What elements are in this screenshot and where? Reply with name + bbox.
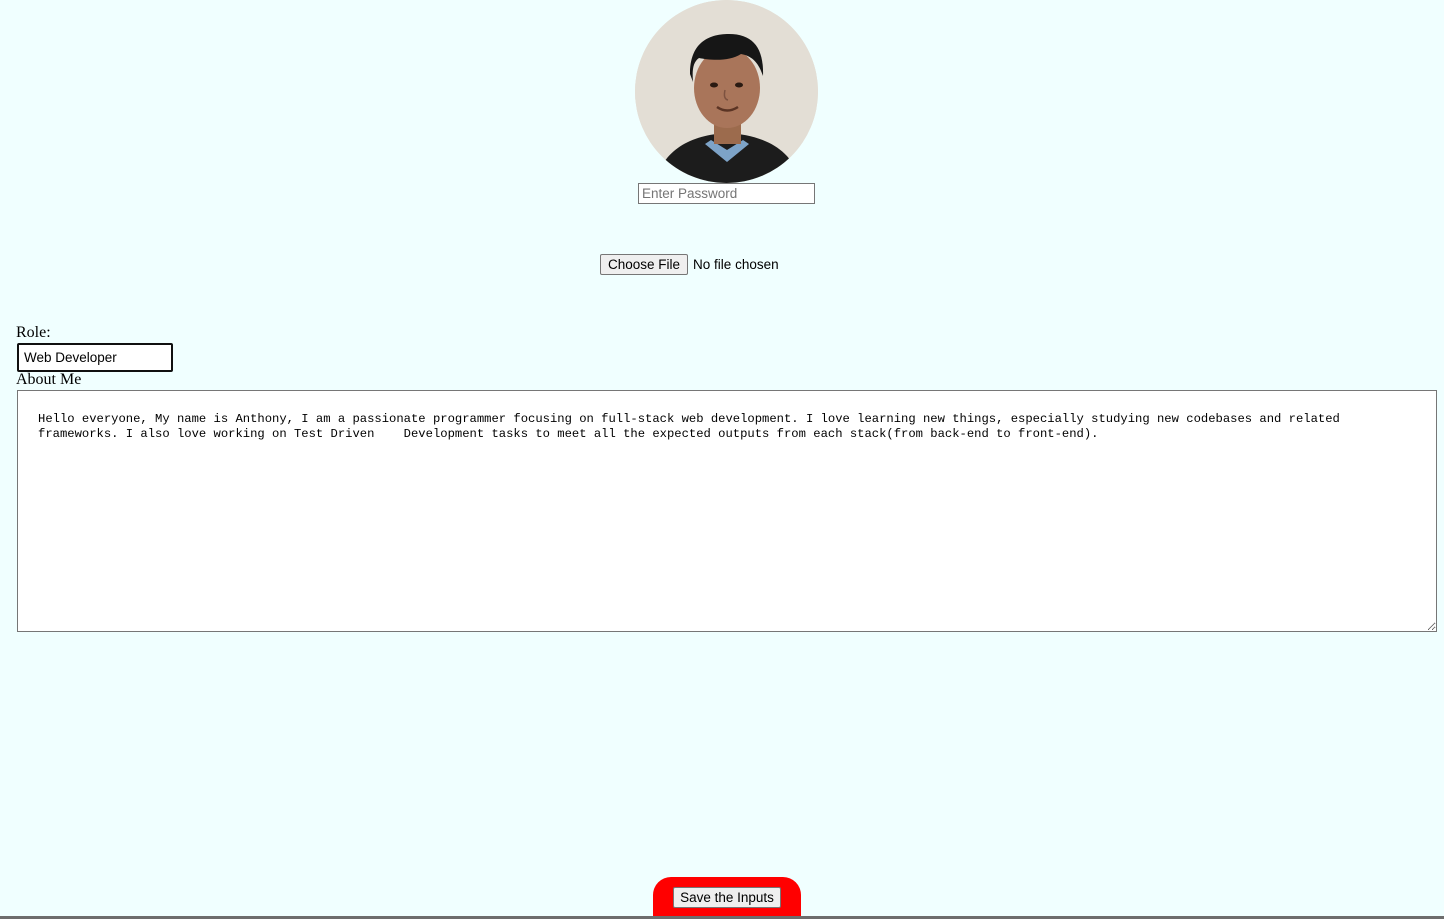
password-input[interactable] <box>638 183 815 204</box>
choose-file-button[interactable]: Choose File <box>600 254 689 275</box>
save-button-container: Save the Inputs <box>653 877 801 919</box>
file-upload: Choose File No file chosen <box>600 254 779 275</box>
profile-avatar <box>635 0 818 183</box>
about-me-textarea[interactable]: Hello everyone, My name is Anthony, I am… <box>17 390 1437 632</box>
role-input[interactable] <box>17 343 173 372</box>
about-me-label: About Me <box>16 371 82 388</box>
file-status-text: No file chosen <box>693 257 779 272</box>
role-label: Role: <box>16 324 51 341</box>
save-inputs-button[interactable]: Save the Inputs <box>673 887 781 908</box>
profile-photo <box>635 0 818 183</box>
profile-edit-page: Choose File No file chosen Role: About M… <box>0 0 1444 919</box>
